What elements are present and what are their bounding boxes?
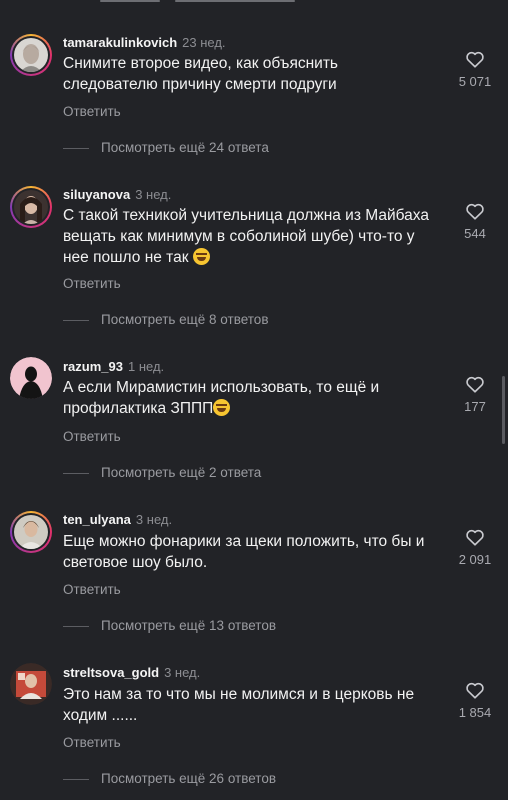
comment-text: Это нам за то что мы не молимся и в церк…	[63, 686, 415, 724]
username[interactable]: streltsova_gold	[63, 665, 159, 680]
thread-line	[63, 148, 89, 149]
view-replies-button[interactable]: Посмотреть ещё 26 ответов	[63, 771, 463, 787]
scrollbar[interactable]	[502, 376, 505, 444]
like-button[interactable]: 1 854	[440, 681, 508, 720]
reply-button[interactable]: Ответить	[63, 104, 121, 119]
comment-meta: siluyanova 3 нед.	[63, 187, 171, 202]
view-replies-label: Посмотреть ещё 26 ответов	[101, 771, 276, 786]
view-replies-label: Посмотреть ещё 8 ответов	[101, 312, 269, 327]
like-button[interactable]: 5 071	[440, 50, 508, 89]
avatar[interactable]	[10, 34, 52, 76]
view-replies-button[interactable]: Посмотреть ещё 2 ответа	[63, 465, 463, 481]
like-count: 177	[464, 399, 486, 414]
view-replies-button[interactable]: Посмотреть ещё 13 ответов	[63, 618, 463, 634]
timestamp: 3 нед.	[135, 512, 173, 527]
view-replies-label: Посмотреть ещё 13 ответов	[101, 618, 276, 633]
comment-text: Еще можно фонарики за щеки положить, что…	[63, 533, 425, 571]
heart-icon	[466, 376, 484, 393]
avatar[interactable]	[10, 663, 52, 705]
comment-meta: razum_93 1 нед.	[63, 359, 164, 374]
timestamp: 1 нед.	[127, 359, 165, 374]
timestamp: 23 нед.	[182, 35, 226, 50]
username[interactable]: ten_ulyana	[63, 512, 131, 527]
avatar[interactable]	[10, 186, 52, 228]
like-button[interactable]: 177	[440, 375, 508, 414]
comment-meta: streltsova_gold 3 нед.	[63, 665, 200, 680]
laughing-emoji-icon	[213, 399, 231, 416]
timestamp: 3 нед.	[164, 665, 201, 680]
thread-line	[63, 320, 89, 321]
username[interactable]: siluyanova	[63, 187, 130, 202]
comment-text: А если Мирамистин использовать, то ещё и…	[63, 379, 380, 417]
view-replies-button[interactable]: Посмотреть ещё 24 ответа	[63, 140, 463, 156]
reply-button[interactable]: Ответить	[63, 582, 121, 597]
like-count: 544	[464, 226, 486, 241]
like-count: 2 091	[458, 552, 492, 567]
username[interactable]: razum_93	[63, 359, 123, 374]
avatar[interactable]	[10, 357, 52, 399]
comment-text: Снимите второе видео, как объяснить след…	[63, 55, 339, 93]
heart-icon	[466, 203, 484, 220]
comment-meta: ten_ulyana 3 нед.	[63, 512, 172, 527]
timestamp: 3 нед.	[135, 187, 172, 202]
heart-icon	[466, 682, 484, 699]
laughing-emoji-icon	[192, 248, 210, 265]
comment-meta: tamarakulinkovich 23 нед.	[63, 35, 226, 50]
previous-thread-divider	[0, 0, 508, 6]
avatar[interactable]	[10, 511, 52, 553]
username[interactable]: tamarakulinkovich	[63, 35, 177, 50]
like-count: 1 854	[458, 705, 492, 720]
thread-line	[63, 473, 89, 474]
heart-icon	[466, 529, 484, 546]
reply-button[interactable]: Ответить	[63, 735, 121, 750]
comment-text: С такой техникой учительница должна из М…	[63, 207, 429, 266]
reply-button[interactable]: Ответить	[63, 276, 121, 291]
view-replies-label: Посмотреть ещё 24 ответа	[101, 140, 269, 155]
reply-button[interactable]: Ответить	[63, 429, 121, 444]
like-button[interactable]: 2 091	[440, 528, 508, 567]
view-replies-label: Посмотреть ещё 2 ответа	[101, 465, 262, 480]
like-button[interactable]: 544	[440, 202, 508, 241]
like-count: 5 071	[458, 74, 492, 89]
heart-icon	[466, 51, 484, 68]
thread-line	[63, 779, 89, 780]
thread-line	[63, 626, 89, 627]
view-replies-button[interactable]: Посмотреть ещё 8 ответов	[63, 312, 463, 328]
